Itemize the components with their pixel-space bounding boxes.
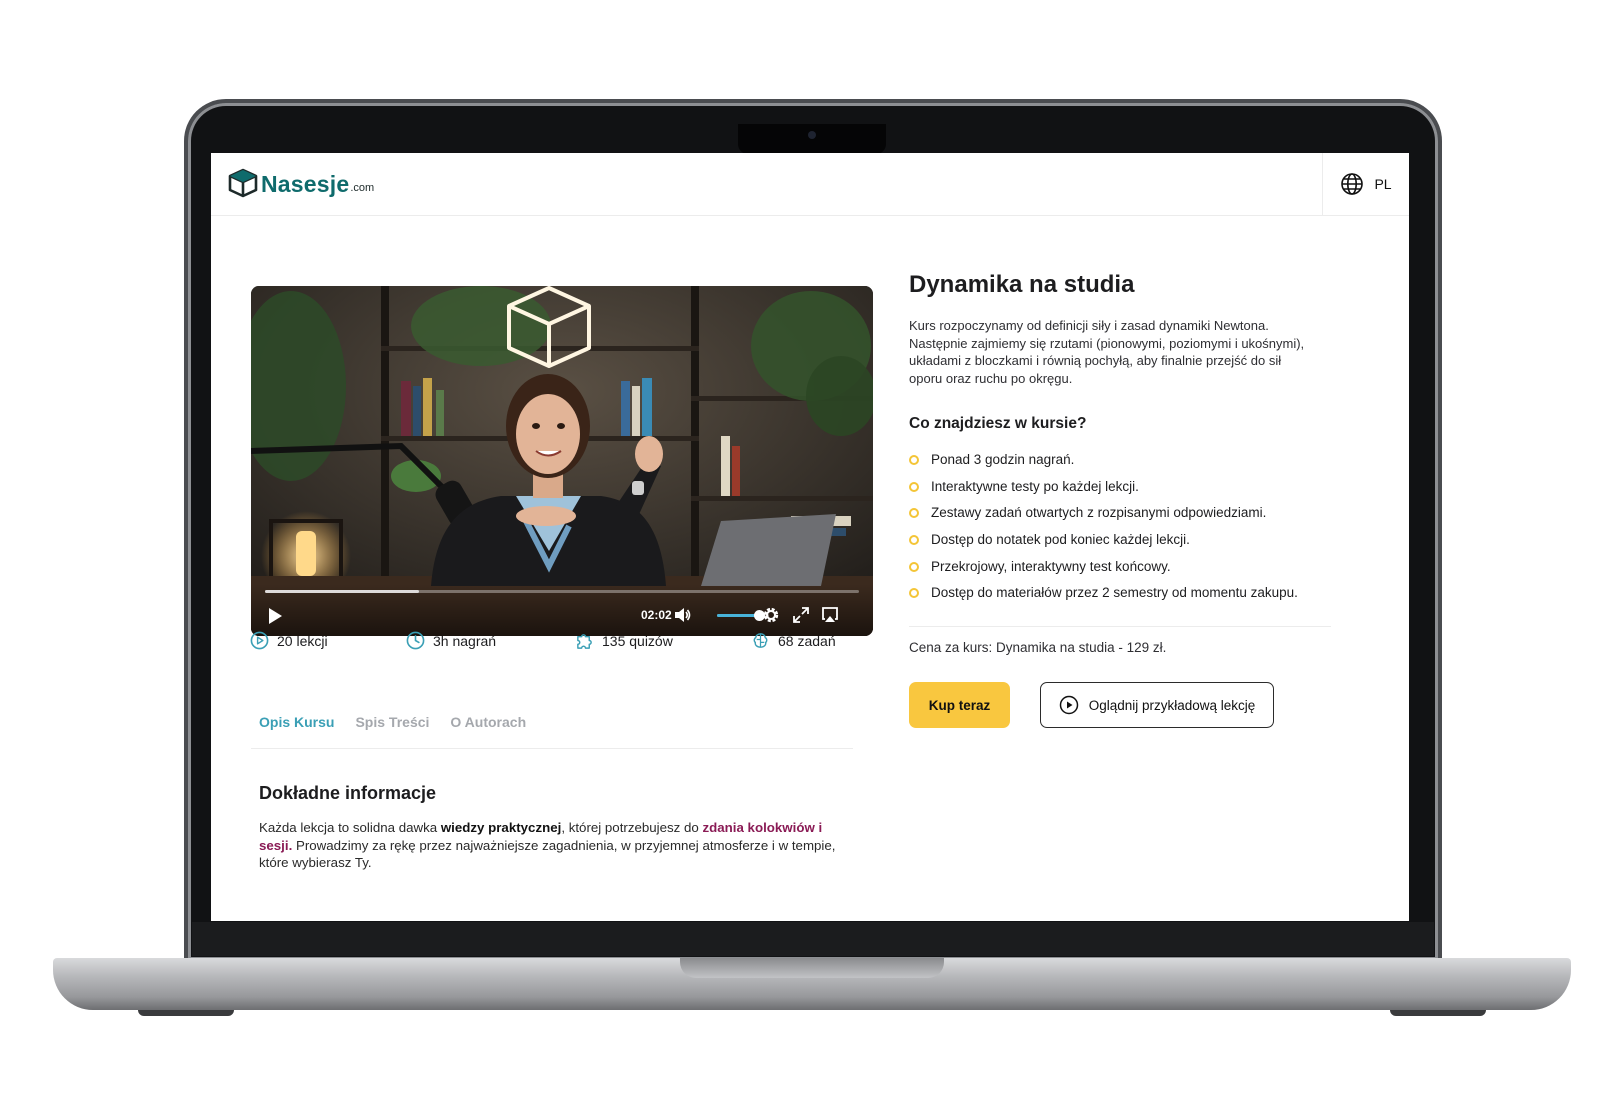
tabs-divider	[251, 748, 853, 749]
features-title: Co znajdziesz w kursie?	[909, 415, 1087, 432]
feature-label: Dostęp do materiałów przez 2 semestry od…	[931, 585, 1298, 601]
feature-label: Zestawy zadań otwartych z rozpisanymi od…	[931, 505, 1267, 521]
settings-icon[interactable]	[762, 606, 780, 624]
course-title: Dynamika na studia	[909, 271, 1135, 298]
airplay-icon[interactable]	[821, 606, 839, 624]
course-price: Cena za kurs: Dynamika na studia - 129 z…	[909, 640, 1167, 655]
stat-tasks-label: 68 zadań	[778, 632, 836, 649]
details-text-1: Każda lekcja to solidna dawka	[259, 820, 441, 835]
stat-tasks: 68 zadań	[751, 631, 836, 650]
laptop-foot-right	[1390, 1010, 1486, 1016]
bullet-icon	[909, 508, 919, 519]
logo-box-icon	[228, 168, 258, 198]
stat-quizzes-label: 135 quizów	[602, 632, 673, 649]
details-text-3: Prowadzimy za rękę przez najważniejsze z…	[259, 837, 836, 871]
details-text-2: , której potrzebujesz do	[561, 820, 703, 835]
course-video-player[interactable]: 02:02	[251, 286, 873, 636]
watch-sample-lesson-button[interactable]: Oglądnij przykładową lekcję	[1040, 682, 1274, 728]
video-progress-fill	[265, 590, 420, 593]
play-circle-icon	[250, 631, 269, 650]
language-switcher[interactable]: PL	[1322, 153, 1409, 215]
tab-authors[interactable]: O Autorach	[450, 714, 526, 730]
details-bold-phrase: wiedzy praktycznej	[440, 820, 562, 835]
bullet-icon	[909, 588, 919, 599]
buy-now-label: Kup teraz	[928, 697, 991, 713]
bullet-icon	[909, 455, 919, 465]
details-text: Każda lekcja to solidna dawka wiedzy pra…	[259, 819, 849, 872]
price-divider	[909, 626, 1331, 627]
camera-notch	[738, 124, 886, 154]
browser-page: Nasesje .com PL 02:02 20 lekcji 3h nagra…	[211, 153, 1409, 921]
feature-item: Interaktywne testy po każdej lekcji.	[909, 478, 1298, 505]
laptop-foot-left	[138, 1010, 234, 1016]
bullet-icon	[909, 561, 919, 572]
video-controls: 02:02	[251, 584, 873, 636]
tab-table-of-contents[interactable]: Spis Treści	[355, 714, 429, 730]
globe-icon	[1341, 173, 1364, 195]
stat-recordings: 3h nagrań	[406, 631, 496, 650]
course-intro: Kurs rozpoczynamy od definicji siły i za…	[909, 318, 1305, 386]
laptop-opening-notch	[680, 958, 944, 978]
watch-sample-lesson-label: Oglądnij przykładową lekcję	[1088, 697, 1256, 713]
brain-icon	[753, 633, 768, 648]
bullet-icon	[909, 481, 919, 492]
video-progress-bar[interactable]	[265, 590, 859, 593]
feature-label: Przekrojowy, interaktywny test końcowy.	[931, 558, 1171, 574]
logo-suffix: .com	[350, 182, 375, 194]
course-tabs: Opis Kursu Spis Treści O Autorach	[259, 714, 526, 730]
stat-quizzes: 135 quizów	[575, 631, 673, 650]
site-logo[interactable]: Nasesje .com	[227, 167, 374, 199]
play-icon[interactable]	[265, 606, 285, 626]
feature-item: Zestawy zadań otwartych z rozpisanymi od…	[909, 504, 1298, 531]
bullet-icon	[909, 535, 919, 546]
stat-recordings-label: 3h nagrań	[433, 632, 497, 649]
volume-level	[717, 614, 759, 617]
top-navigation-bar: Nasesje .com PL	[211, 153, 1409, 216]
volume-icon[interactable]	[673, 606, 691, 624]
buy-now-button[interactable]: Kup teraz	[909, 682, 1010, 728]
feature-item: Dostęp do notatek pod koniec każdej lekc…	[909, 531, 1298, 558]
play-circle-icon	[1059, 695, 1078, 715]
feature-label: Dostęp do notatek pod koniec każdej lekc…	[931, 532, 1190, 548]
camera-icon	[808, 131, 816, 139]
video-time: 02:02	[641, 608, 672, 622]
clock-icon	[406, 631, 425, 650]
puzzle-icon	[577, 634, 592, 649]
feature-item: Przekrojowy, interaktywny test końcowy.	[909, 558, 1298, 585]
fullscreen-icon[interactable]	[792, 606, 810, 624]
feature-item: Dostęp do materiałów przez 2 semestry od…	[909, 584, 1298, 611]
language-code: PL	[1374, 176, 1392, 192]
tab-description[interactable]: Opis Kursu	[259, 714, 334, 730]
feature-label: Interaktywne testy po każdej lekcji.	[931, 478, 1139, 494]
features-list: Ponad 3 godzin nagrań. Interaktywne test…	[909, 451, 1298, 611]
feature-item: Ponad 3 godzin nagrań.	[909, 451, 1298, 478]
feature-label: Ponad 3 godzin nagrań.	[931, 452, 1075, 467]
screen-bottom-bezel	[192, 922, 1434, 956]
stat-lessons-label: 20 lekcji	[277, 632, 328, 649]
stat-lessons: 20 lekcji	[250, 631, 328, 650]
details-title: Dokładne informacje	[259, 783, 437, 803]
course-stats: 20 lekcji 3h nagrań 135 quizów 68 zadań	[250, 631, 859, 655]
logo-name: Nasesje	[261, 171, 350, 197]
